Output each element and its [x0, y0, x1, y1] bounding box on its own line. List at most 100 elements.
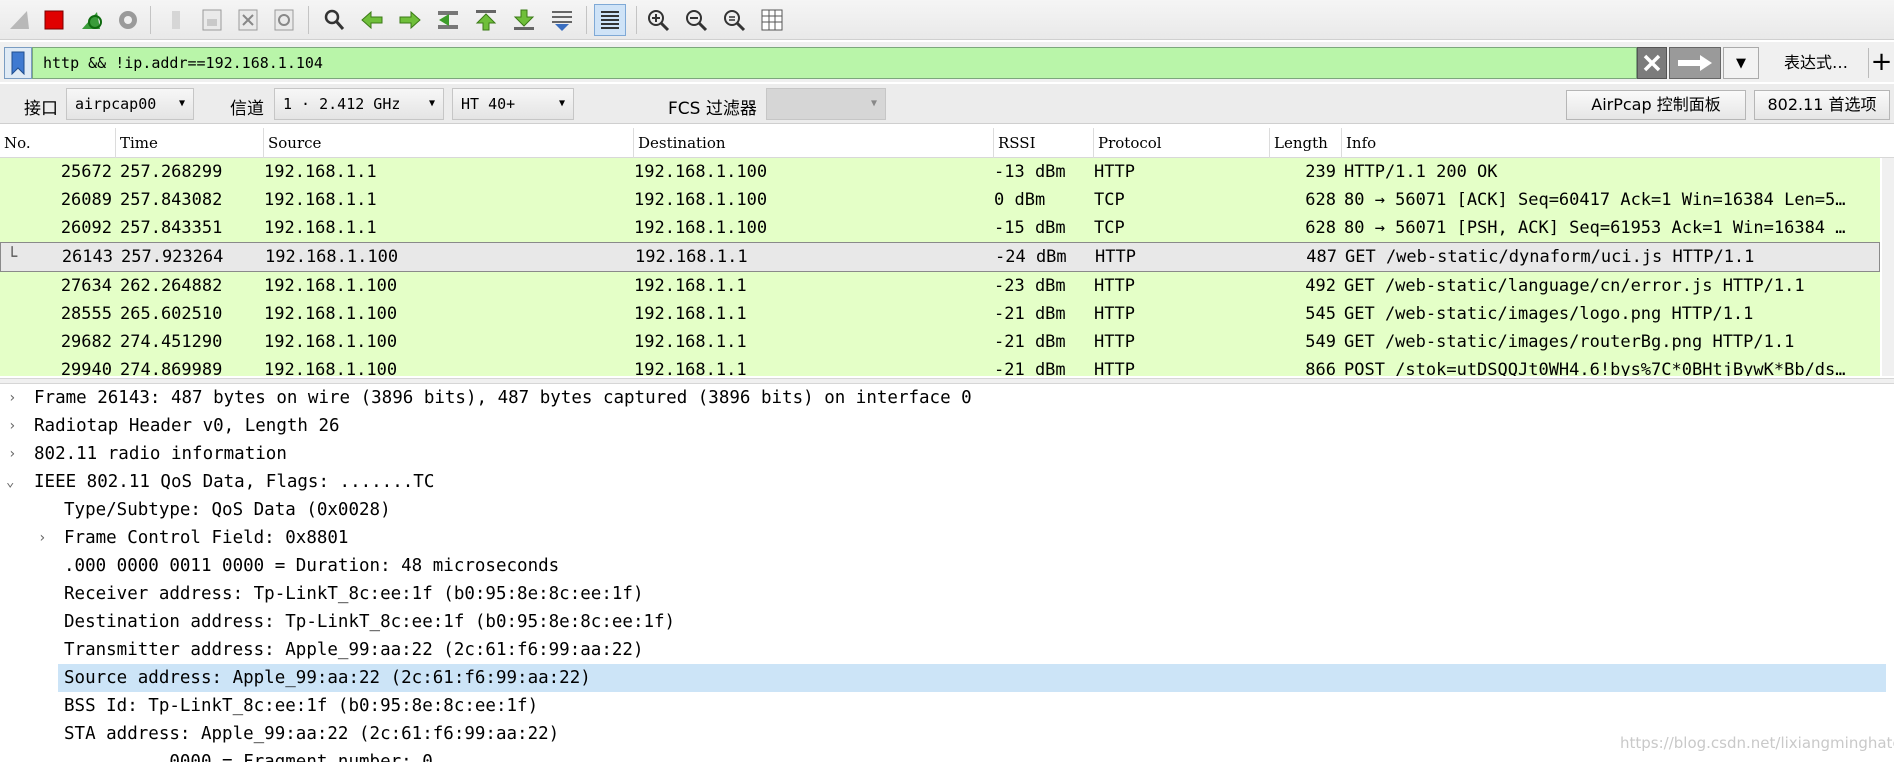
packet-length: 628: [1305, 218, 1336, 238]
apply-filter-button[interactable]: [1669, 47, 1721, 79]
resize-columns-icon[interactable]: [756, 4, 788, 36]
stop-icon[interactable]: [38, 4, 70, 36]
go-to-packet-icon[interactable]: [432, 4, 464, 36]
collapse-arrow-icon[interactable]: ⌄: [6, 468, 14, 496]
packet-destination: 192.168.1.1: [634, 332, 747, 352]
packet-rssi: -23 dBm: [994, 276, 1066, 296]
interface-select[interactable]: airpcap00 ▼: [66, 88, 194, 120]
close-file-icon[interactable]: [232, 4, 264, 36]
tree-item-fragment-number[interactable]: ......... 0000 = Fragment number: 0: [0, 748, 1886, 762]
packet-row[interactable]: 25672 257.268299 192.168.1.1 192.168.1.1…: [0, 158, 1880, 186]
column-header-source[interactable]: Source: [264, 128, 634, 158]
packet-row[interactable]: 26089 257.843082 192.168.1.1 192.168.1.1…: [0, 186, 1880, 214]
tree-item-sta-address[interactable]: STA address: Apple_99:aa:22 (2c:61:f6:99…: [0, 720, 1886, 748]
column-header-no[interactable]: No.: [0, 128, 116, 158]
column-header-info[interactable]: Info: [1342, 128, 1882, 158]
display-filter-input[interactable]: http && !ip.addr==192.168.1.104: [32, 47, 1637, 79]
tree-item-label: .000 0000 0011 0000 = Duration: 48 micro…: [64, 556, 560, 576]
expand-arrow-icon[interactable]: ›: [8, 440, 16, 468]
packet-row[interactable]: 28555 265.602510 192.168.1.100 192.168.1…: [0, 300, 1880, 328]
packet-no: 26092: [60, 218, 112, 238]
packet-row[interactable]: 29682 274.451290 192.168.1.100 192.168.1…: [0, 328, 1880, 356]
tree-item-label: ......... 0000 = Fragment number: 0: [64, 752, 433, 762]
normal-size-icon[interactable]: [718, 4, 750, 36]
packet-destination: 192.168.1.100: [634, 218, 768, 238]
zoom-out-icon[interactable]: [680, 4, 712, 36]
filter-history-dropdown[interactable]: ▼: [1723, 47, 1759, 79]
interface-value: airpcap00: [75, 95, 157, 113]
back-arrow-icon[interactable]: [356, 4, 388, 36]
shark-fin-start-icon[interactable]: [4, 4, 36, 36]
packet-length: 545: [1305, 304, 1336, 324]
autoscroll-icon[interactable]: [546, 4, 578, 36]
packet-rssi: -24 dBm: [995, 247, 1067, 267]
packet-no: 26089: [60, 190, 112, 210]
packet-no: 25672: [60, 162, 112, 182]
packet-destination: 192.168.1.1: [634, 304, 747, 324]
tree-item-label: Radiotap Header v0, Length 26: [34, 416, 340, 436]
column-header-time[interactable]: Time: [116, 128, 264, 158]
packet-info: 80 → 56071 [ACK] Seq=60417 Ack=1 Win=163…: [1344, 190, 1846, 210]
add-filter-button[interactable]: +: [1868, 48, 1894, 78]
open-file-icon[interactable]: [160, 4, 192, 36]
tree-item-radio-info[interactable]: › 802.11 radio information: [0, 440, 1886, 468]
tree-item-label: 802.11 radio information: [34, 444, 287, 464]
tree-item-bss-id[interactable]: BSS Id: Tp-LinkT_8c:ee:1f (b0:95:8e:8c:e…: [0, 692, 1886, 720]
first-packet-icon[interactable]: [470, 4, 502, 36]
zoom-in-icon[interactable]: [642, 4, 674, 36]
chevron-down-icon: ▼: [178, 98, 185, 109]
tree-item-radiotap[interactable]: › Radiotap Header v0, Length 26: [0, 412, 1886, 440]
reload-icon[interactable]: [268, 4, 300, 36]
fcs-filter-select[interactable]: ▼: [766, 88, 886, 120]
tree-item-destination-address[interactable]: Destination address: Tp-LinkT_8c:ee:1f (…: [0, 608, 1886, 636]
channel-select[interactable]: 1 · 2.412 GHz ▼: [274, 88, 444, 120]
column-header-length[interactable]: Length: [1270, 128, 1342, 158]
packet-rssi: -21 dBm: [994, 304, 1066, 324]
packet-source: 192.168.1.100: [264, 304, 398, 324]
packet-row[interactable]: 29940 274.869989 192.168.1.100 192.168.1…: [0, 356, 1880, 376]
packet-source: 192.168.1.1: [264, 190, 377, 210]
expand-arrow-icon[interactable]: ›: [38, 524, 46, 552]
packet-protocol: TCP: [1094, 218, 1125, 238]
clear-filter-button[interactable]: [1637, 47, 1667, 79]
packet-destination: 192.168.1.100: [634, 162, 768, 182]
ht-select[interactable]: HT 40+ ▼: [452, 88, 574, 120]
packet-source: 192.168.1.100: [264, 360, 398, 376]
options-gear-icon[interactable]: [112, 4, 144, 36]
column-header-destination[interactable]: Destination: [634, 128, 994, 158]
packet-row[interactable]: 26092 257.843351 192.168.1.1 192.168.1.1…: [0, 214, 1880, 242]
expression-button[interactable]: 表达式…: [1768, 50, 1864, 76]
chevron-down-icon: ▼: [1736, 55, 1746, 71]
colorize-icon[interactable]: [594, 4, 626, 36]
tree-item-80211-qos[interactable]: ⌄ IEEE 802.11 QoS Data, Flags: .......TC: [0, 468, 1886, 496]
find-icon[interactable]: [318, 4, 350, 36]
tree-item-receiver-address[interactable]: Receiver address: Tp-LinkT_8c:ee:1f (b0:…: [0, 580, 1886, 608]
tree-item-frame[interactable]: › Frame 26143: 487 bytes on wire (3896 b…: [0, 384, 1886, 412]
airpcap-control-panel-button[interactable]: AirPcap 控制面板: [1566, 90, 1746, 120]
expand-arrow-icon[interactable]: ›: [8, 412, 16, 440]
packet-destination: 192.168.1.1: [635, 247, 748, 267]
restart-icon[interactable]: [76, 4, 108, 36]
tree-item-frame-control[interactable]: › Frame Control Field: 0x8801: [0, 524, 1886, 552]
save-file-icon[interactable]: [196, 4, 228, 36]
packet-rssi: -21 dBm: [994, 360, 1066, 376]
forward-arrow-icon[interactable]: [394, 4, 426, 36]
tree-item-duration[interactable]: .000 0000 0011 0000 = Duration: 48 micro…: [0, 552, 1886, 580]
last-packet-icon[interactable]: [508, 4, 540, 36]
packet-row[interactable]: 27634 262.264882 192.168.1.100 192.168.1…: [0, 272, 1880, 300]
column-header-protocol[interactable]: Protocol: [1094, 128, 1270, 158]
tree-item-type-subtype[interactable]: Type/Subtype: QoS Data (0x0028): [0, 496, 1886, 524]
conversation-marker: └: [7, 247, 18, 267]
expand-arrow-icon[interactable]: ›: [8, 384, 16, 412]
column-header-rssi[interactable]: RSSI: [994, 128, 1094, 158]
packet-info: 80 → 56071 [PSH, ACK] Seq=61953 Ack=1 Wi…: [1344, 218, 1846, 238]
filter-bookmark-icon[interactable]: [4, 47, 32, 79]
packet-info: GET /web-static/language/cn/error.js HTT…: [1344, 276, 1805, 296]
tree-item-source-address-selected[interactable]: Source address: Apple_99:aa:22 (2c:61:f6…: [0, 664, 1886, 692]
packet-source: 192.168.1.1: [264, 162, 377, 182]
packet-row-selected[interactable]: └ 26143 257.923264 192.168.1.100 192.168…: [0, 242, 1880, 272]
packet-length: 549: [1305, 332, 1336, 352]
tree-item-transmitter-address[interactable]: Transmitter address: Apple_99:aa:22 (2c:…: [0, 636, 1886, 664]
packet-list-scrollbar[interactable]: [1882, 158, 1894, 376]
80211-preferences-button[interactable]: 802.11 首选项: [1754, 90, 1890, 120]
